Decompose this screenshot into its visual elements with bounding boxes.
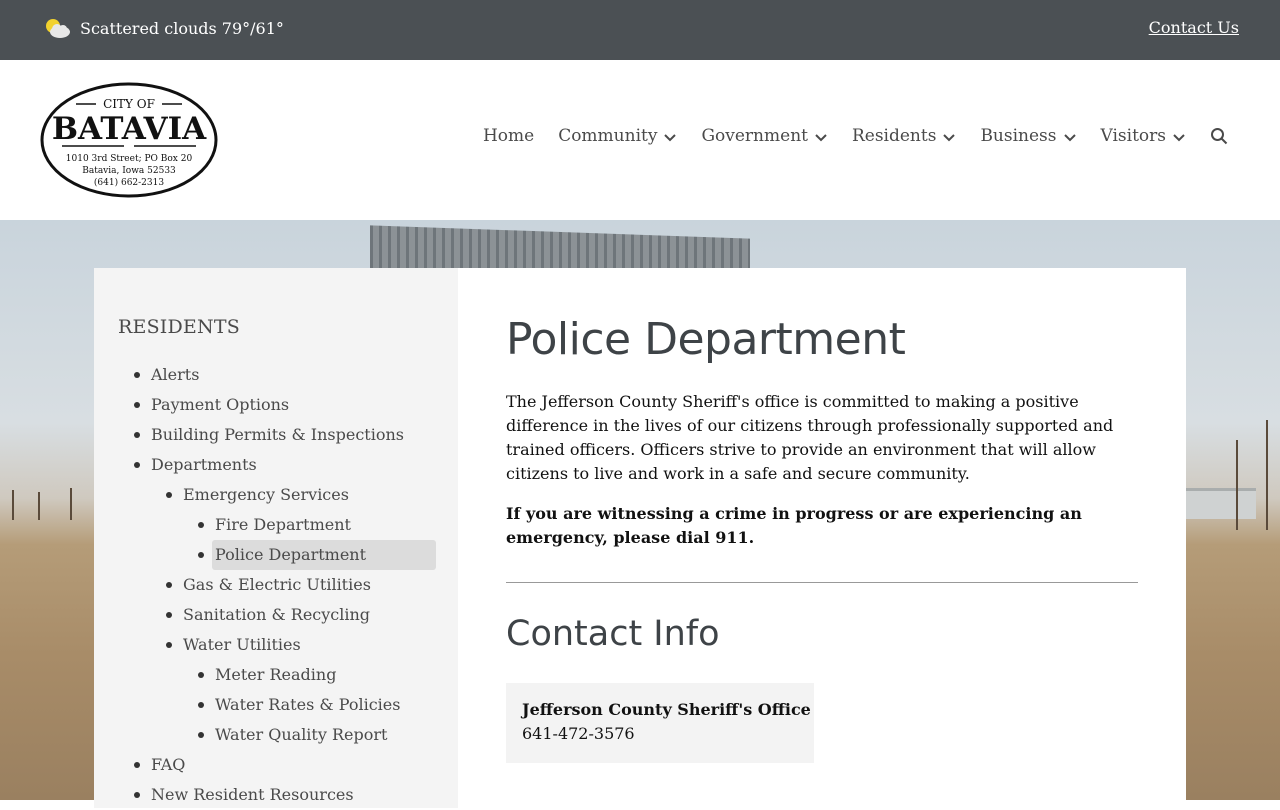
svg-text:(641) 662-2313: (641) 662-2313: [94, 177, 164, 188]
divider: [506, 582, 1138, 583]
bullet-icon: [134, 402, 140, 408]
bullet-icon: [198, 672, 204, 678]
weather-widget: Scattered clouds 79°/61°: [44, 17, 284, 41]
nav-item-visitors[interactable]: Visitors: [1101, 126, 1187, 146]
search-icon[interactable]: [1210, 127, 1228, 145]
contact-us-link[interactable]: Contact Us: [1149, 18, 1239, 37]
svg-text:BATAVIA: BATAVIA: [52, 111, 207, 147]
sidebar-item-label: Building Permits & Inspections: [151, 425, 404, 444]
bullet-icon: [134, 372, 140, 378]
sidebar-item-label: Payment Options: [151, 395, 290, 414]
tree-image: [1236, 440, 1238, 530]
page-title: Police Department: [506, 314, 906, 365]
sidebar-title: RESIDENTS: [118, 316, 240, 338]
sidebar-item-new-resident-resources[interactable]: New Resident Resources: [94, 780, 458, 810]
city-logo[interactable]: CITY OF BATAVIA 1010 3rd Street; PO Box …: [40, 80, 220, 200]
bullet-icon: [198, 552, 204, 558]
tree-image: [70, 488, 72, 520]
nav-item-label: Residents: [851, 126, 937, 146]
nav-item-label: Visitors: [1100, 126, 1167, 146]
emergency-notice: If you are witnessing a crime in progres…: [506, 504, 1082, 547]
chevron-down-icon: [942, 129, 956, 143]
bullet-icon: [198, 702, 204, 708]
bullet-icon: [134, 762, 140, 768]
bullet-icon: [134, 432, 140, 438]
partly-cloudy-icon: [44, 17, 72, 41]
chevron-down-icon: [1172, 129, 1186, 143]
sidebar-item-water-utilities[interactable]: Water Utilities: [94, 630, 458, 660]
weather-text: Scattered clouds 79°/61°: [80, 19, 284, 38]
bullet-icon: [198, 732, 204, 738]
chevron-down-icon: [663, 129, 677, 143]
sidebar-item-label: Water Rates & Policies: [215, 695, 401, 714]
nav-item-community[interactable]: Community: [558, 126, 677, 146]
sidebar-item-label: Gas & Electric Utilities: [183, 575, 371, 594]
nav-item-home[interactable]: Home: [483, 126, 534, 146]
sidebar-item-label: Meter Reading: [215, 665, 337, 684]
main-nav: Home Community Government Residents Business…: [483, 126, 1228, 146]
sidebar-item-label: Water Quality Report: [215, 725, 388, 744]
sidebar-item-water-rates-policies[interactable]: Water Rates & Policies: [94, 690, 458, 720]
svg-text:CITY OF: CITY OF: [103, 97, 155, 111]
bullet-icon: [166, 582, 172, 588]
contact-phone[interactable]: 641-472-3576: [522, 724, 635, 743]
bullet-icon: [166, 492, 172, 498]
content-panel: RESIDENTS Alerts Payment Options Building …: [94, 268, 1186, 808]
contact-name: Jefferson County Sheriff's Office: [522, 700, 811, 719]
sidebar-item-payment-options[interactable]: Payment Options: [94, 390, 458, 420]
bullet-icon: [198, 522, 204, 528]
sidebar-item-label: New Resident Resources: [151, 785, 354, 804]
sidebar-item-police-department[interactable]: Police Department: [94, 540, 458, 570]
sidebar-item-label: Fire Department: [215, 515, 351, 534]
sidebar-item-departments[interactable]: Departments: [94, 450, 458, 480]
sidebar-item-gas-electric-utilities[interactable]: Gas & Electric Utilities: [94, 570, 458, 600]
intro-paragraph: The Jefferson County Sheriff's office is…: [506, 392, 1114, 483]
sidebar-item-label: Alerts: [151, 365, 200, 384]
nav-item-label: Government: [701, 126, 808, 146]
chevron-down-icon: [1063, 129, 1077, 143]
nav-item-government[interactable]: Government: [701, 126, 828, 146]
sidebar-item-label: Police Department: [215, 545, 367, 564]
sidebar-item-water-quality-report[interactable]: Water Quality Report: [94, 720, 458, 750]
svg-text:Batavia, Iowa 52533: Batavia, Iowa 52533: [82, 166, 176, 176]
sidebar-item-label: Emergency Services: [183, 485, 349, 504]
sidebar-item-alerts[interactable]: Alerts: [94, 360, 458, 390]
nav-item-residents[interactable]: Residents: [852, 126, 956, 146]
sidebar-item-fire-department[interactable]: Fire Department: [94, 510, 458, 540]
nav-item-label: Community: [558, 126, 658, 146]
bullet-icon: [134, 462, 140, 468]
sidebar-item-emergency-services[interactable]: Emergency Services: [94, 480, 458, 510]
sidebar-item-label: Sanitation & Recycling: [183, 605, 371, 624]
nav-item-label: Home: [482, 126, 535, 146]
contact-info-heading: Contact Info: [506, 614, 720, 654]
farm-building-image: [1186, 488, 1256, 519]
sidebar-item-label: Departments: [151, 455, 257, 474]
top-bar: Scattered clouds 79°/61° Contact Us: [0, 0, 1280, 60]
nav-item-label: Business: [980, 126, 1057, 146]
chevron-down-icon: [814, 129, 828, 143]
svg-text:1010 3rd Street; PO Box 20: 1010 3rd Street; PO Box 20: [66, 154, 193, 164]
bullet-icon: [166, 612, 172, 618]
sidebar-item-building-permits-inspections[interactable]: Building Permits & Inspections: [94, 420, 458, 450]
tree-image: [38, 492, 40, 520]
bullet-icon: [134, 792, 140, 798]
sidebar-item-label: Water Utilities: [183, 635, 301, 654]
site-header: CITY OF BATAVIA 1010 3rd Street; PO Box …: [0, 60, 1280, 220]
sidebar-item-sanitation-recycling[interactable]: Sanitation & Recycling: [94, 600, 458, 630]
sidebar-nav: RESIDENTS Alerts Payment Options Building …: [94, 268, 458, 808]
sidebar-item-faq[interactable]: FAQ: [94, 750, 458, 780]
sidebar-item-label: FAQ: [151, 755, 186, 774]
sidebar-item-meter-reading[interactable]: Meter Reading: [94, 660, 458, 690]
nav-item-business[interactable]: Business: [980, 126, 1076, 146]
tree-image: [1266, 420, 1268, 530]
bullet-icon: [166, 642, 172, 648]
contact-card: Jefferson County Sheriff's Office 641-47…: [506, 683, 814, 763]
tree-image: [12, 490, 14, 520]
